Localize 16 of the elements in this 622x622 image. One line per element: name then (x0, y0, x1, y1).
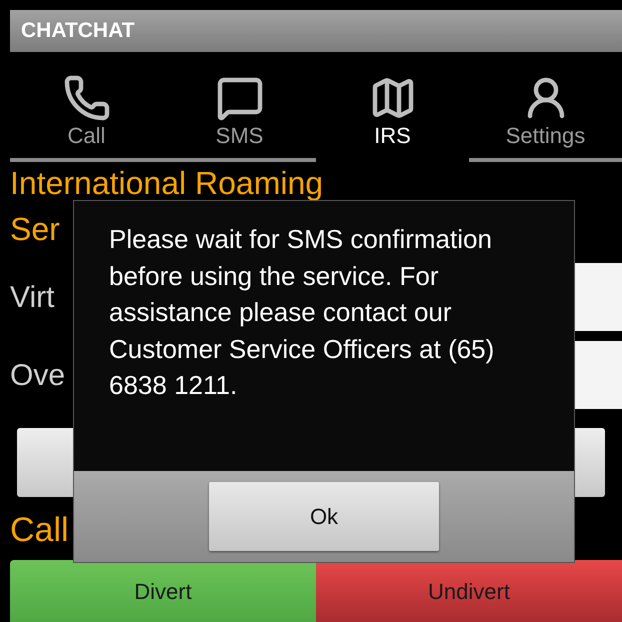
field-label: Ove (10, 358, 66, 394)
tab[interactable]: IRS (316, 52, 469, 162)
ok-button[interactable]: Ok (209, 482, 439, 551)
section-heading: International Roaming (10, 166, 324, 200)
input-field[interactable] (575, 341, 622, 409)
tab[interactable]: Call (10, 52, 163, 162)
field-label: Virt (10, 280, 54, 316)
dialog-message: Please wait for SMS confirmation before using the service. For assistance please contact our Customer Service Officers at (65) 6838 1211. (109, 223, 496, 402)
phone-icon (62, 74, 110, 122)
tab[interactable]: Settings (469, 52, 622, 162)
tab[interactable]: SMS (163, 52, 316, 162)
positive-action-button[interactable]: Divert (10, 560, 316, 622)
section-heading: Ser (10, 212, 60, 246)
app-title: CHATCHAT (21, 18, 135, 44)
input-field[interactable] (575, 263, 622, 331)
section-heading: Call (10, 510, 69, 551)
